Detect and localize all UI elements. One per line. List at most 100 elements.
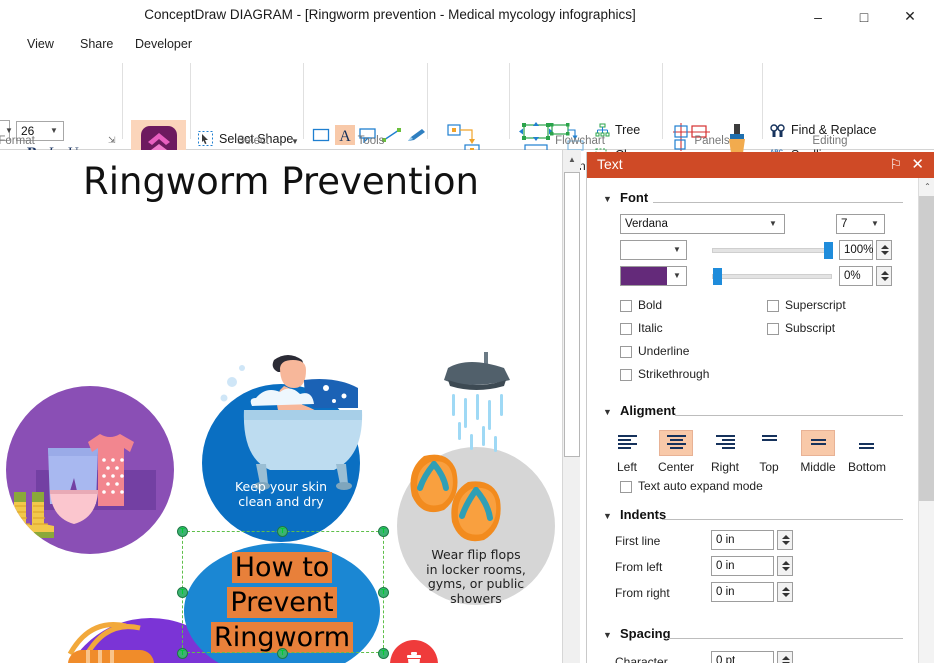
from-left-spinner[interactable] [777, 556, 793, 576]
selection-handle-bc[interactable]: T [277, 648, 288, 659]
first-line-label: First line [615, 534, 661, 548]
indents-section-caret-icon[interactable]: ▼ [603, 511, 612, 521]
font-transparency-input[interactable]: 0% [839, 266, 873, 286]
text-panel-scrollbar[interactable]: ⌃ [918, 178, 934, 663]
canvas-scroll-up-button[interactable]: ▲ [563, 150, 581, 168]
selection-handle-tr[interactable]: T [378, 526, 389, 537]
align-left-icon [617, 435, 637, 451]
align-bottom-label: Bottom [847, 460, 886, 474]
format-dialog-launcher-icon[interactable]: ⇲ [108, 135, 116, 146]
font-family-caret-icon[interactable]: ▼ [5, 126, 13, 135]
first-line-spinner[interactable] [777, 530, 793, 550]
text-panel: Text ⚐ ✕ ▼ Font Verdana ▼ 7 ▼ ▼ 100% ▼ 0… [586, 152, 934, 663]
font-size-dropdown-caret-icon[interactable]: ▼ [871, 219, 879, 228]
spacing-section-label: Spacing [620, 626, 671, 641]
font-color-caret-icon[interactable]: ▼ [673, 271, 681, 280]
align-top-button[interactable] [752, 426, 786, 452]
bold-checkbox[interactable] [620, 300, 632, 312]
subscript-checkbox-label: Subscript [785, 321, 836, 335]
font-opacity-slider-thumb[interactable] [824, 242, 833, 259]
italic-checkbox[interactable] [620, 323, 632, 335]
align-middle-icon [809, 439, 828, 447]
pin-icon[interactable]: ⚐ [889, 156, 902, 173]
align-center-icon [666, 435, 686, 451]
font-fill-caret-icon[interactable]: ▼ [673, 245, 681, 254]
align-top-icon [760, 435, 779, 443]
font-size-caret-icon[interactable]: ▼ [50, 126, 58, 135]
shape-selection-box [182, 531, 384, 653]
shower-flipflops-illustration [410, 352, 510, 542]
from-right-input[interactable]: 0 in [711, 582, 774, 602]
align-left-label: Left [616, 460, 637, 474]
menu-item-share[interactable]: Share [75, 37, 118, 56]
window-minimize-button[interactable]: – [795, 0, 841, 33]
superscript-checkbox-label: Superscript [785, 298, 846, 312]
selection-handle-br[interactable]: T [378, 648, 389, 659]
align-center-label: Center [657, 460, 695, 474]
font-section-caret-icon[interactable]: ▼ [603, 194, 612, 204]
strikethrough-checkbox[interactable] [620, 369, 632, 381]
alignment-section-label: Aligment [620, 403, 676, 418]
selection-handle-bl[interactable]: T [177, 648, 188, 659]
text-panel-close-icon[interactable]: ✕ [911, 155, 924, 173]
font-opacity-input[interactable]: 100% [839, 240, 873, 260]
underline-checkbox[interactable] [620, 346, 632, 358]
text-panel-body: ▼ Font Verdana ▼ 7 ▼ ▼ 100% ▼ 0% Bold Su… [587, 178, 918, 663]
from-right-spinner[interactable] [777, 582, 793, 602]
italic-checkbox-label: Italic [638, 321, 663, 335]
align-middle-label: Middle [800, 460, 836, 474]
strikethrough-checkbox-label: Strikethrough [638, 367, 710, 381]
selection-handle-ml[interactable]: T [177, 587, 188, 598]
socks-underwear-illustration [14, 434, 156, 538]
menu-item-view[interactable]: View [22, 37, 59, 56]
font-family-dropdown-caret-icon[interactable]: ▼ [769, 219, 777, 228]
alignment-section-caret-icon[interactable]: ▼ [603, 407, 612, 417]
selection-handle-mr[interactable]: T [378, 587, 389, 598]
align-center-button[interactable] [659, 430, 693, 456]
first-line-input[interactable]: 0 in [711, 530, 774, 550]
align-bottom-button[interactable] [849, 434, 883, 460]
window-maximize-button[interactable]: □ [841, 0, 887, 33]
canvas-vertical-scrollbar[interactable]: ▲ [562, 150, 581, 663]
character-spacing-label: Character [615, 655, 668, 663]
from-left-label: From left [615, 560, 663, 574]
font-opacity-spinner[interactable] [876, 240, 892, 260]
flowchart-group-label: Flowchart [555, 135, 605, 147]
selection-handle-tl[interactable]: T [177, 526, 188, 537]
from-right-label: From right [615, 586, 670, 600]
align-left-button[interactable] [610, 430, 644, 456]
select-group-label: Select [237, 135, 269, 147]
bubble-bath-text: Keep your skin clean and dry [234, 479, 328, 509]
align-middle-button[interactable] [801, 430, 835, 456]
text-panel-header [587, 152, 934, 178]
character-spacing-spinner[interactable] [777, 651, 793, 663]
font-transparency-spinner[interactable] [876, 266, 892, 286]
window-close-button[interactable]: ✕ [887, 0, 933, 33]
underline-checkbox-label: Underline [638, 344, 690, 358]
font-color-swatch-fill [621, 267, 667, 285]
window-title: ConceptDraw DIAGRAM - [Ringworm preventi… [144, 7, 636, 22]
menu-item-developer[interactable]: Developer [130, 37, 197, 56]
title-bar: ConceptDraw DIAGRAM - [Ringworm preventi… [0, 0, 934, 33]
canvas-scroll-thumb[interactable] [564, 172, 580, 457]
bubble-flipflops-text: Wear flip flops in locker rooms, gyms, o… [426, 547, 526, 606]
subscript-checkbox[interactable] [767, 323, 779, 335]
delete-badge[interactable] [390, 640, 438, 663]
spacing-section-caret-icon[interactable]: ▼ [603, 630, 612, 640]
superscript-checkbox[interactable] [767, 300, 779, 312]
document-canvas[interactable]: Ringworm Prevention Change your socks an… [0, 150, 562, 663]
font-transparency-slider[interactable] [712, 274, 832, 279]
align-right-icon [715, 435, 735, 451]
font-transparency-slider-thumb[interactable] [713, 268, 722, 285]
align-right-button[interactable] [708, 430, 742, 456]
from-left-input[interactable]: 0 in [711, 556, 774, 576]
font-opacity-slider[interactable] [712, 248, 832, 253]
panel-scroll-thumb[interactable] [919, 196, 934, 501]
font-family-input[interactable]: Verdana [620, 214, 785, 234]
selection-handle-tc[interactable]: T [277, 526, 288, 537]
bold-checkbox-label: Bold [638, 298, 663, 312]
panels-group-label: Panels [694, 135, 730, 147]
text-auto-expand-checkbox[interactable] [620, 481, 632, 493]
character-spacing-input[interactable]: 0 pt [711, 651, 774, 663]
panel-scroll-up-button[interactable]: ⌃ [919, 178, 934, 195]
